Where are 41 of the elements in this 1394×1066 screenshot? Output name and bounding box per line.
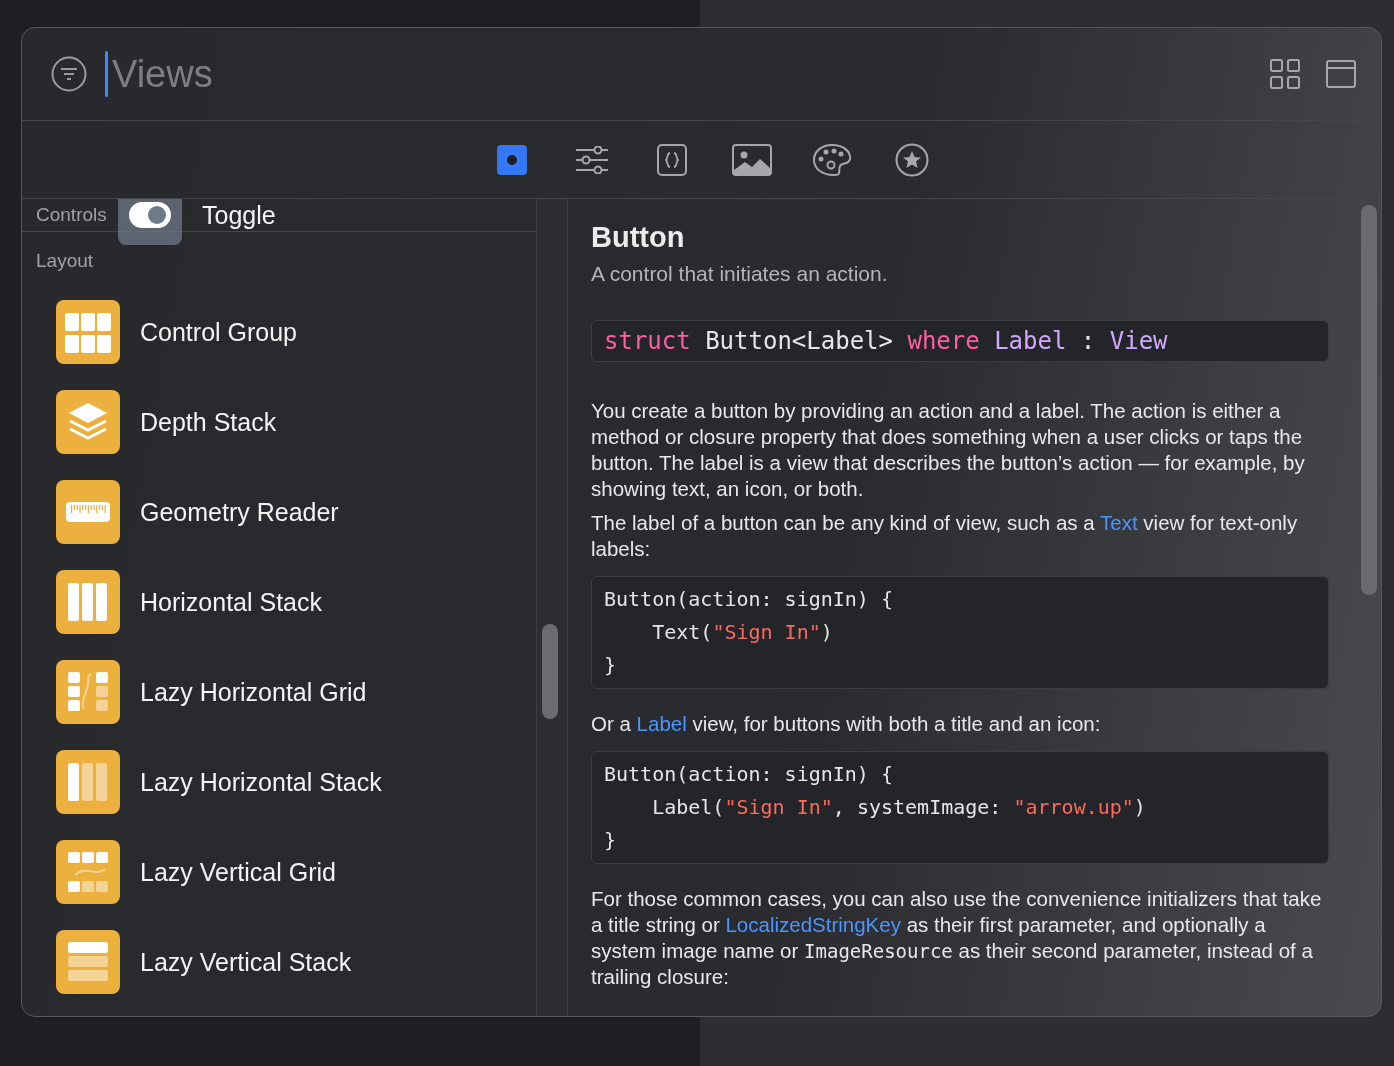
description-paragraph: Or a Label view, for buttons with both a title and an icon: [591, 711, 1102, 737]
doc-link[interactable]: Label [636, 712, 687, 735]
palette-icon [811, 142, 852, 177]
ruler-icon [65, 501, 111, 523]
scrollbar-thumb[interactable] [1361, 205, 1377, 595]
code-block: Button(action: signIn) { Text("Sign In") } [591, 576, 1329, 689]
search-field[interactable]: Views [112, 52, 1252, 96]
image-icon [731, 143, 772, 176]
description-paragraph: The label of a button can be any kind of view, such as a Text view for text-only labels: [591, 510, 1299, 562]
columns-icon [67, 762, 109, 802]
description-paragraph: You create a button by providing an action and a label. The action is either a method or closure property that does something when a user clicks or taps the button. The label is a view that describes the button’s action — for example, by showing text, an icon, or both. [591, 398, 1306, 502]
library-item[interactable]: Lazy Horizontal Grid [22, 647, 536, 737]
grid-icon [67, 851, 109, 893]
section-header: Controls [36, 204, 107, 226]
description-paragraph: For those common cases, you can also use the convenience initializers that take a title string or LocalizedStringKey as their first parameter, and optionally a system image name or ImageResource as their second parameter, instead of a trailing closure: [591, 886, 1323, 990]
library-item[interactable]: Depth Stack [22, 377, 536, 467]
library-item[interactable]: Lazy Vertical Grid [22, 827, 536, 917]
object-icon [495, 143, 528, 176]
columns-icon [67, 582, 109, 622]
library-item[interactable]: Horizontal Stack [22, 557, 536, 647]
doc-link[interactable]: Text [1100, 511, 1138, 534]
sliders-icon [574, 145, 609, 174]
scrollbar-thumb[interactable] [542, 624, 558, 719]
section-header: Layout [36, 250, 94, 272]
braces-icon [656, 143, 687, 176]
library-item[interactable]: Control Group [22, 287, 536, 377]
library-item[interactable]: Lazy Vertical Stack [22, 917, 536, 1007]
window-icon[interactable] [1326, 59, 1356, 89]
library-item[interactable]: Geometry Reader [22, 467, 536, 557]
detail-subtitle: A control that initiates an action. [591, 262, 889, 286]
filter-icon[interactable] [51, 56, 87, 92]
detail-title: Button [591, 221, 686, 254]
declaration-code: struct Button<Label> where Label : View [591, 320, 1329, 362]
grid-icon [64, 310, 112, 354]
item-label[interactable]: Toggle [202, 200, 276, 230]
library-item[interactable]: Lazy Horizontal Stack [22, 737, 536, 827]
grid-view-icon[interactable] [1270, 59, 1300, 89]
rows-icon [67, 941, 109, 983]
doc-link[interactable]: LocalizedStringKey [725, 913, 901, 936]
code-block: Button(action: signIn) { Label("Sign In", systemImage: "arrow.up") } [591, 751, 1329, 864]
grid-icon [67, 671, 109, 713]
